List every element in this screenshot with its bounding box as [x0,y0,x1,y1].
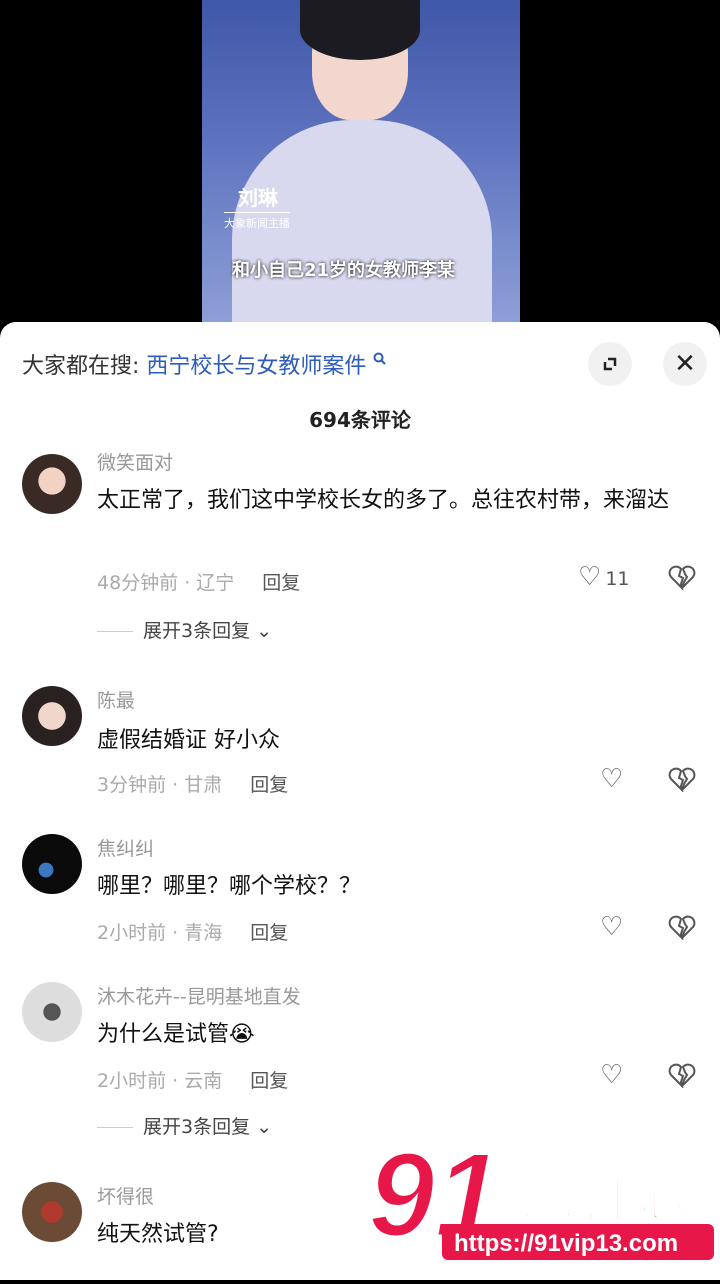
watermark-title: 吃瓜中心 [508,1176,684,1227]
reply-button[interactable]: 回复 [250,774,288,796]
expand-replies-label: 展开3条回复 [143,1116,251,1138]
comment-meta: 2小时前 · 青海 回复 [97,918,288,945]
heart-icon: ♡ [600,912,624,942]
like-count: 11 [605,568,630,590]
site-watermark: 91 吃瓜中心 https://91vip13.com [367,1124,720,1280]
divider [97,631,133,632]
avatar[interactable] [22,1182,82,1242]
watermark-url: https://91vip13.com [454,1230,678,1257]
broken-heart-icon [668,1063,696,1090]
broken-heart-icon [668,767,696,794]
avatar[interactable] [22,454,82,514]
heart-icon: ♡ [600,1060,624,1090]
expand-replies-label: 展开3条回复 [143,620,251,642]
watermark-graphic: 91 吃瓜中心 https://91vip13.com [367,1127,714,1264]
broken-heart-icon [668,565,696,592]
comment-time: 48分钟前 · 辽宁 [97,572,235,594]
video-player[interactable]: 刘琳 大象新闻主播 和小自己21岁的女教师李某 [0,0,720,330]
anchor-name: 刘琳 [238,186,278,210]
fullscreen-button[interactable] [588,342,632,386]
comment-meta: 2小时前 · 云南 回复 [97,1066,288,1093]
reply-button[interactable]: 回复 [250,922,288,944]
comment-text: 为什么是试管😭 [97,1022,255,1047]
comment-text: 太正常了，我们这中学校长女的多了。总往农村带，来溜达 [97,488,670,513]
comment-time: 2小时前 · 云南 [97,1070,223,1092]
dislike-button[interactable] [668,914,696,946]
broken-heart-icon [668,915,696,942]
heart-icon: ♡ [600,764,624,794]
comment-username[interactable]: 焦纠纠 [97,834,154,861]
dislike-button[interactable] [668,1062,696,1094]
dislike-button[interactable] [668,564,696,596]
anchor-hair [300,0,420,60]
comment-meta: 3分钟前 · 甘肃 回复 [97,770,288,797]
reply-button[interactable]: 回复 [262,572,300,594]
avatar[interactable] [22,834,82,894]
comment-text: 虚假结婚证 好小众 [97,728,280,753]
close-button[interactable]: ✕ [663,342,707,386]
comment-username[interactable]: 微笑面对 [97,448,173,475]
search-icon [373,352,387,365]
like-button[interactable]: ♡ [600,1060,623,1090]
like-button[interactable]: ♡ [600,912,623,942]
expand-replies-button[interactable]: 展开3条回复 ⌄ [97,616,272,643]
comment-meta: 48分钟前 · 辽宁 回复 [97,568,300,595]
search-query-link[interactable]: 西宁校长与女教师案件 [146,354,366,379]
reply-button[interactable]: 回复 [250,1070,288,1092]
search-prefix: 大家都在搜: [22,354,140,379]
comment-username[interactable]: 陈最 [97,686,135,713]
expand-icon [603,357,617,371]
anchor-role: 大象新闻主播 [224,212,290,231]
heart-icon: ♡ [578,562,602,592]
dislike-button[interactable] [668,766,696,798]
close-icon: ✕ [674,349,696,379]
comment-username[interactable]: 坏得很 [97,1182,154,1209]
comment-count: 694条评论 [309,408,411,432]
chevron-down-icon: ⌄ [256,1116,273,1138]
avatar[interactable] [22,686,82,746]
divider [97,1127,133,1128]
like-button[interactable]: ♡ [600,764,623,794]
news-video-frame: 刘琳 大象新闻主播 和小自己21岁的女教师李某 [202,0,520,322]
avatar[interactable] [22,982,82,1042]
video-caption: 和小自己21岁的女教师李某 [232,260,456,281]
comment-time: 3分钟前 · 甘肃 [97,774,223,796]
comment-time: 2小时前 · 青海 [97,922,223,944]
search-suggestion[interactable]: 大家都在搜: 西宁校长与女教师案件 [22,348,387,380]
like-button[interactable]: ♡ 11 [578,562,630,592]
comment-username[interactable]: 沐木花卉--昆明基地直发 [97,982,301,1009]
chevron-down-icon: ⌄ [256,620,273,642]
comment-text: 哪里？哪里？哪个学校？？ [97,874,362,899]
expand-replies-button[interactable]: 展开3条回复 ⌄ [97,1112,272,1139]
